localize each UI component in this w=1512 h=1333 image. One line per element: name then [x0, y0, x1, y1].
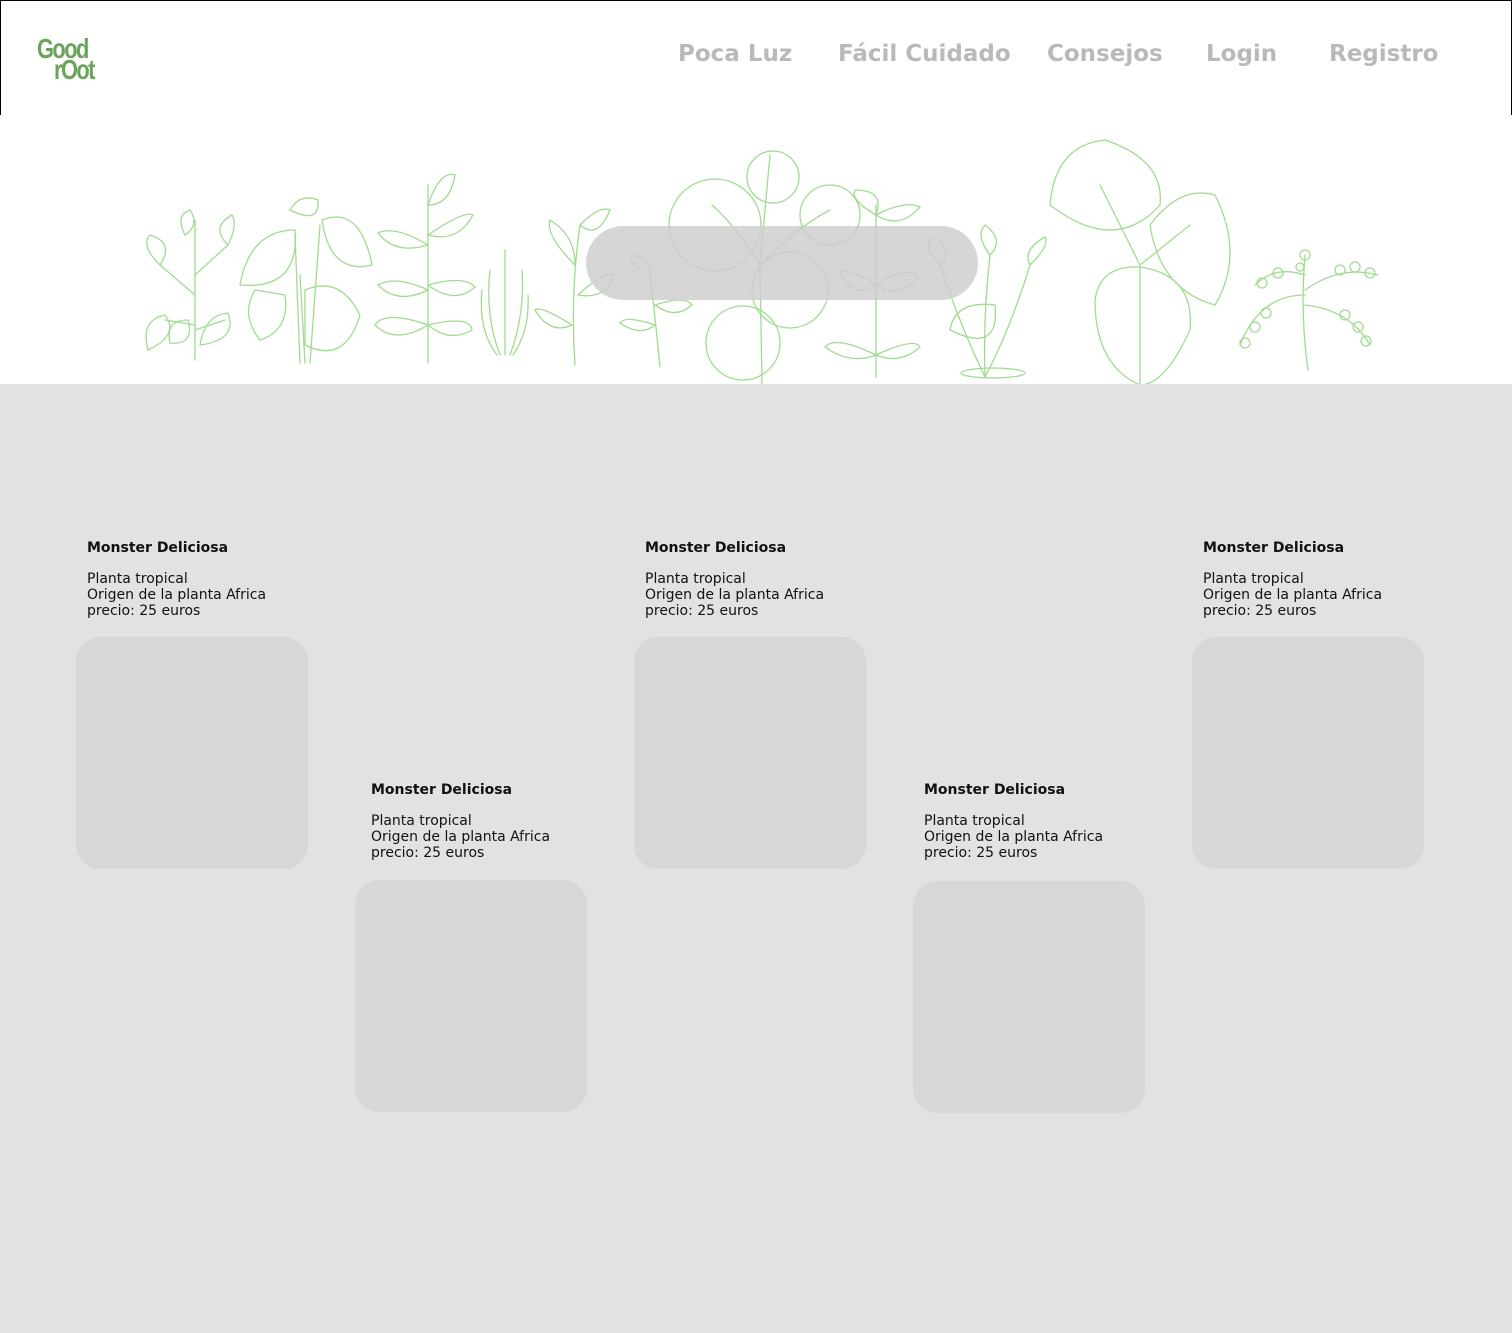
plant-illustration-4: [480, 249, 529, 356]
nav-link-consejos[interactable]: Consejos: [1047, 41, 1163, 67]
product-card-3-info: Monster Deliciosa Planta tropical Origen…: [645, 540, 824, 619]
product-price: precio: 25 euros: [645, 603, 759, 619]
product-card-1-info: Monster Deliciosa Planta tropical Origen…: [87, 540, 266, 619]
product-card-5-image[interactable]: [1192, 637, 1424, 869]
product-name[interactable]: Monster Deliciosa: [645, 540, 824, 556]
product-name[interactable]: Monster Deliciosa: [1203, 540, 1382, 556]
product-origin: Origen de la planta Africa: [645, 587, 825, 603]
plant-illustration-10: [1049, 139, 1231, 385]
plant-illustration-11: [1239, 249, 1379, 371]
product-type: Planta tropical: [1203, 571, 1304, 587]
product-price: precio: 25 euros: [371, 845, 485, 861]
product-origin: Origen de la planta Africa: [371, 829, 551, 845]
product-card-3-image[interactable]: [634, 637, 866, 869]
product-type: Planta tropical: [645, 571, 746, 587]
goodroot-logo[interactable]: Good rOot: [37, 35, 107, 85]
product-price: precio: 25 euros: [87, 603, 201, 619]
product-card-2-info: Monster Deliciosa Planta tropical Origen…: [371, 782, 550, 861]
logo-line-2: rOot: [54, 54, 95, 85]
product-type: Planta tropical: [87, 571, 188, 587]
product-origin: Origen de la planta Africa: [87, 587, 267, 603]
product-card-4-info: Monster Deliciosa Planta tropical Origen…: [924, 782, 1103, 861]
nav-link-login[interactable]: Login: [1206, 41, 1277, 67]
product-name[interactable]: Monster Deliciosa: [924, 782, 1103, 798]
hero-banner: [0, 115, 1512, 385]
products-section: Monster Deliciosa Planta tropical Origen…: [0, 384, 1512, 1333]
nav-link-facil-cuidado[interactable]: Fácil Cuidado: [838, 41, 1011, 67]
product-card-2-image[interactable]: [355, 880, 587, 1112]
product-type: Planta tropical: [371, 813, 472, 829]
nav-link-registro[interactable]: Registro: [1329, 41, 1439, 67]
site-header: Good rOot Poca Luz Fácil Cuidado Consejo…: [0, 0, 1512, 116]
product-card-1-image[interactable]: [76, 637, 308, 869]
product-price: precio: 25 euros: [924, 845, 1038, 861]
product-name[interactable]: Monster Deliciosa: [371, 782, 550, 798]
product-origin: Origen de la planta Africa: [1203, 587, 1383, 603]
nav-link-poca-luz[interactable]: Poca Luz: [678, 41, 792, 67]
search-bar[interactable]: [586, 226, 978, 300]
plant-illustration-1: [145, 209, 235, 361]
product-price: precio: 25 euros: [1203, 603, 1317, 619]
product-card-5-info: Monster Deliciosa Planta tropical Origen…: [1203, 540, 1382, 619]
product-name[interactable]: Monster Deliciosa: [87, 540, 266, 556]
product-origin: Origen de la planta Africa: [924, 829, 1104, 845]
plant-illustration-2: [239, 197, 373, 364]
plant-illustration-3: [374, 173, 476, 364]
product-type: Planta tropical: [924, 813, 1025, 829]
product-card-4-image[interactable]: [913, 881, 1145, 1113]
